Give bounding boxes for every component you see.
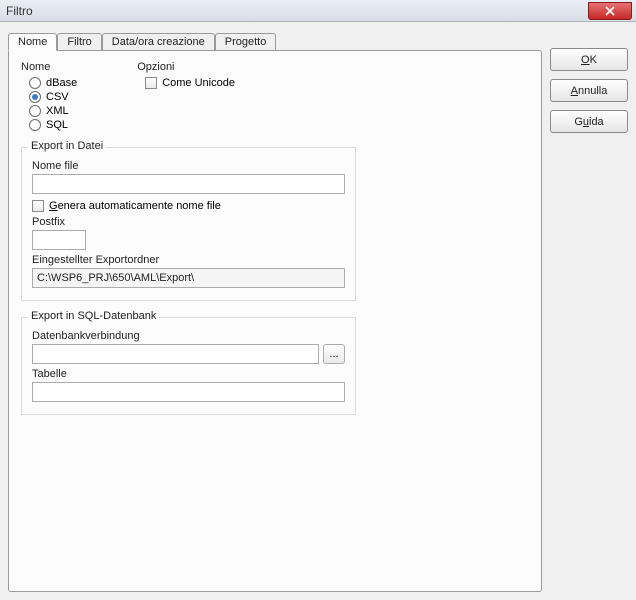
- annulla-button[interactable]: Annulla: [550, 79, 628, 102]
- tab-progetto[interactable]: Progetto: [215, 33, 277, 50]
- top-row: Nome dBase CSV XML: [21, 61, 529, 131]
- nome-radio-list: dBase CSV XML SQL: [21, 77, 77, 131]
- radio-dbase[interactable]: dBase: [29, 77, 77, 89]
- check-label: Genera automaticamente nome file: [49, 200, 221, 212]
- fieldset-legend: Export in SQL-Datenbank: [28, 310, 159, 322]
- checkbox-icon: [32, 200, 44, 212]
- radio-label: XML: [46, 105, 69, 117]
- nome-group-label: Nome: [21, 61, 77, 73]
- db-conn-input[interactable]: [32, 344, 319, 364]
- ok-button[interactable]: OK: [550, 48, 628, 71]
- nome-group: Nome dBase CSV XML: [21, 61, 77, 131]
- export-datei-fieldset: Export in Datei Nome file Genera automat…: [21, 147, 356, 301]
- radio-xml[interactable]: XML: [29, 105, 77, 117]
- main-area: Nome Filtro Data/ora creazione Progetto …: [8, 30, 542, 592]
- radio-icon: [29, 77, 41, 89]
- postfix-label: Postfix: [32, 216, 345, 228]
- nome-file-input[interactable]: [32, 174, 345, 194]
- fieldset-legend: Export in Datei: [28, 140, 106, 152]
- tab-nome[interactable]: Nome: [8, 33, 57, 51]
- opzioni-group: Opzioni Come Unicode: [137, 61, 235, 131]
- tab-strip: Nome Filtro Data/ora creazione Progetto: [8, 30, 542, 50]
- button-label: Guida: [574, 116, 603, 128]
- db-conn-label: Datenbankverbindung: [32, 330, 345, 342]
- ellipsis-icon: ...: [329, 348, 338, 360]
- tab-label: Filtro: [67, 36, 91, 48]
- postfix-input[interactable]: [32, 230, 86, 250]
- radio-csv[interactable]: CSV: [29, 91, 77, 103]
- tab-label: Progetto: [225, 36, 267, 48]
- tabelle-label: Tabelle: [32, 368, 345, 380]
- button-label: OK: [581, 54, 597, 66]
- window-body: Nome Filtro Data/ora creazione Progetto …: [0, 22, 636, 600]
- radio-icon: [29, 105, 41, 117]
- radio-label: dBase: [46, 77, 77, 89]
- close-icon: [605, 6, 615, 16]
- tabelle-input[interactable]: [32, 382, 345, 402]
- window-title: Filtro: [6, 4, 33, 18]
- check-come-unicode[interactable]: Come Unicode: [137, 77, 235, 89]
- check-auto-gen[interactable]: Genera automaticamente nome file: [32, 200, 345, 212]
- titlebar: Filtro: [0, 0, 636, 22]
- nome-file-label: Nome file: [32, 160, 345, 172]
- tab-filtro[interactable]: Filtro: [57, 33, 101, 50]
- radio-label: SQL: [46, 119, 68, 131]
- close-button[interactable]: [588, 2, 632, 20]
- check-label: Come Unicode: [162, 77, 235, 89]
- tab-panel-nome: Nome dBase CSV XML: [8, 50, 542, 592]
- tab-label: Data/ora creazione: [112, 36, 205, 48]
- db-browse-button[interactable]: ...: [323, 344, 345, 364]
- export-folder-label: Eingestellter Exportordner: [32, 254, 345, 266]
- tab-data-ora[interactable]: Data/ora creazione: [102, 33, 215, 50]
- checkbox-icon: [145, 77, 157, 89]
- radio-label: CSV: [46, 91, 69, 103]
- opzioni-group-label: Opzioni: [137, 61, 235, 73]
- tab-label: Nome: [18, 36, 47, 48]
- radio-icon: [29, 119, 41, 131]
- radio-icon: [29, 91, 41, 103]
- radio-sql[interactable]: SQL: [29, 119, 77, 131]
- export-sql-fieldset: Export in SQL-Datenbank Datenbankverbind…: [21, 317, 356, 415]
- button-label: Annulla: [571, 85, 608, 97]
- side-buttons: OK Annulla Guida: [550, 30, 628, 592]
- db-conn-row: ...: [32, 344, 345, 364]
- guida-button[interactable]: Guida: [550, 110, 628, 133]
- export-folder-display: [32, 268, 345, 288]
